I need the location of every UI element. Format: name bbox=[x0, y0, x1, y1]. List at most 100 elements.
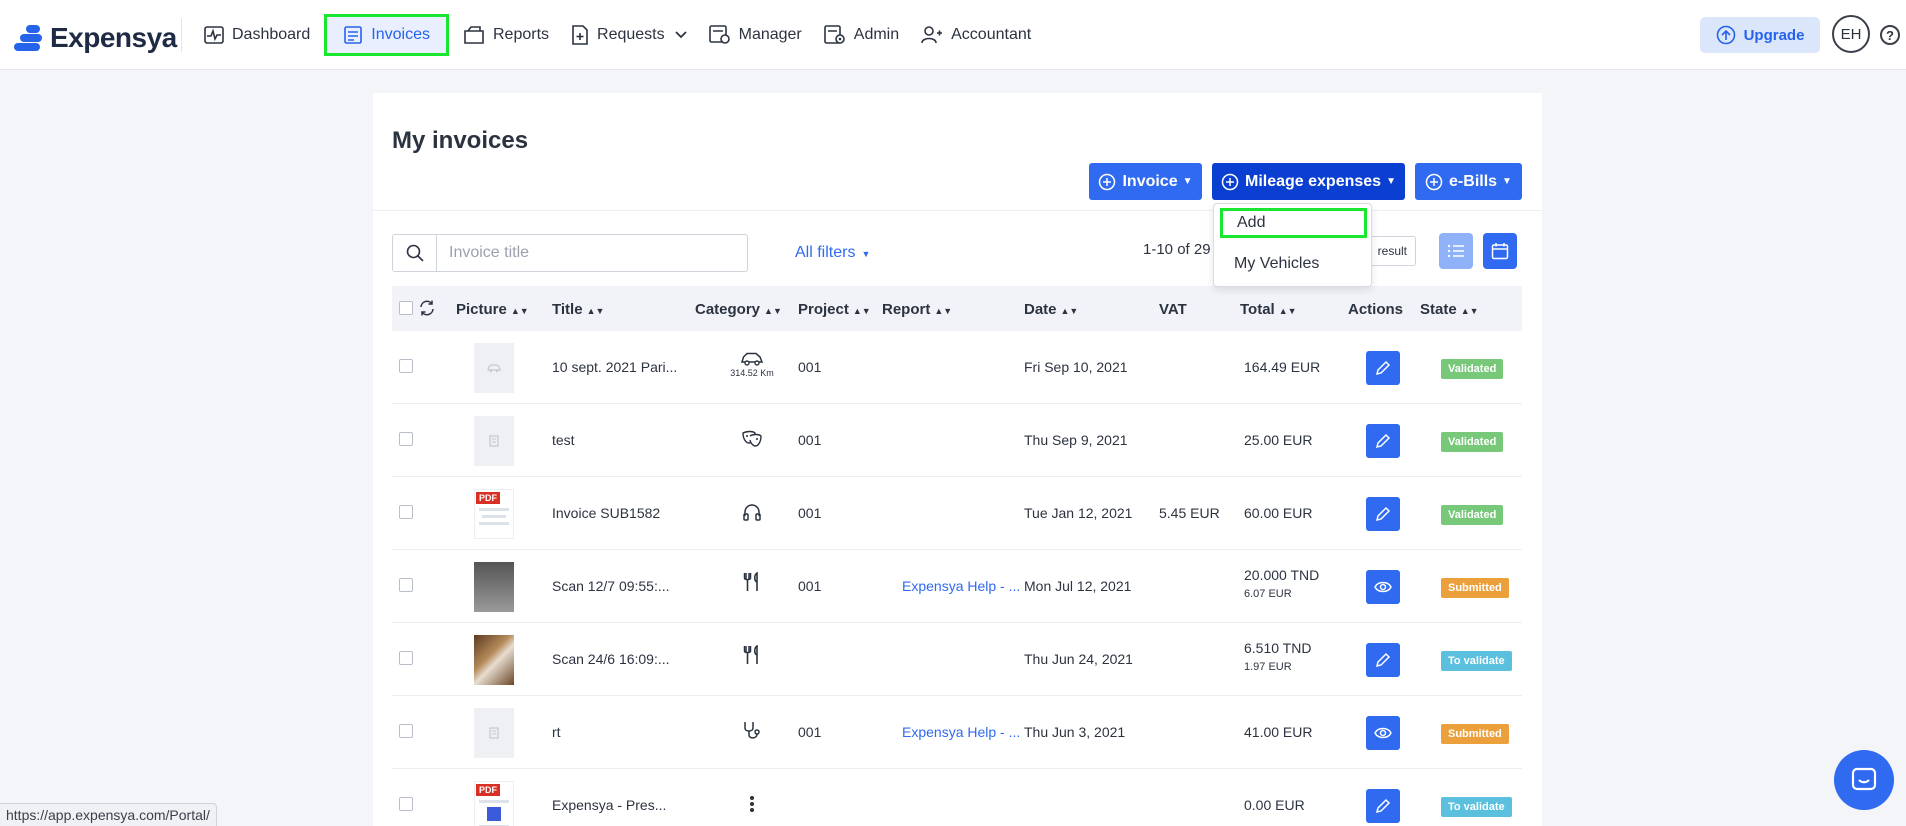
edit-button[interactable] bbox=[1366, 643, 1400, 677]
col-vat: VAT bbox=[1159, 301, 1187, 318]
my-vehicles-menu-item[interactable]: My Vehicles bbox=[1214, 249, 1361, 279]
nav-manager[interactable]: Manager bbox=[701, 15, 810, 55]
receipt-thumbnail[interactable] bbox=[474, 343, 514, 393]
edit-button[interactable] bbox=[1366, 424, 1400, 458]
col-picture[interactable]: Picture ▲▼ bbox=[456, 301, 529, 318]
edit-button[interactable] bbox=[1366, 497, 1400, 531]
add-invoice-button[interactable]: Invoice ▼ bbox=[1089, 163, 1202, 200]
edit-button[interactable] bbox=[1366, 789, 1400, 823]
nav-requests[interactable]: Requests bbox=[563, 15, 695, 55]
row-date: Mon Jul 12, 2021 bbox=[1024, 578, 1132, 594]
receipt-thumbnail[interactable] bbox=[474, 635, 514, 685]
nav-admin[interactable]: Admin bbox=[816, 15, 907, 55]
calendar-view-button[interactable] bbox=[1483, 233, 1517, 269]
col-total[interactable]: Total ▲▼ bbox=[1240, 301, 1297, 318]
sort-icon: ▲▼ bbox=[852, 306, 871, 316]
row-total: 20.000 TND 6.07 EUR bbox=[1244, 567, 1319, 600]
view-button[interactable] bbox=[1366, 570, 1400, 604]
edit-button[interactable] bbox=[1366, 351, 1400, 385]
receipt-thumbnail[interactable] bbox=[474, 416, 514, 466]
nav-invoices-label: Invoices bbox=[371, 26, 430, 43]
col-report[interactable]: Report ▲▼ bbox=[882, 301, 952, 318]
page-title: My invoices bbox=[392, 127, 529, 154]
search-box bbox=[392, 234, 748, 272]
sort-icon: ▲▼ bbox=[1460, 306, 1479, 316]
row-title: 10 sept. 2021 Pari... bbox=[552, 359, 678, 375]
col-title[interactable]: Title ▲▼ bbox=[552, 301, 604, 318]
all-filters-toggle[interactable]: All filters ▼ bbox=[795, 244, 870, 262]
row-total: 25.00 EUR bbox=[1244, 432, 1313, 448]
row-checkbox[interactable] bbox=[399, 797, 413, 811]
help-icon[interactable]: ? bbox=[1880, 25, 1900, 45]
status-badge: Submitted bbox=[1441, 724, 1509, 744]
search-icon[interactable] bbox=[393, 235, 437, 271]
row-checkbox[interactable] bbox=[399, 724, 413, 738]
table-row[interactable]: test 001 Thu Sep 9, 2021 25.00 EUR Valid… bbox=[392, 404, 1522, 477]
admin-icon bbox=[823, 25, 845, 44]
caret-down-icon: ▼ bbox=[1502, 176, 1512, 187]
table-row[interactable]: rt 001 Expensya Help - ... Thu Jun 3, 20… bbox=[392, 696, 1522, 769]
row-total: 164.49 EUR bbox=[1244, 359, 1321, 375]
refresh-icon[interactable] bbox=[418, 299, 436, 317]
calendar-icon bbox=[1491, 243, 1509, 260]
list-view-button[interactable] bbox=[1439, 233, 1473, 269]
status-badge: Validated bbox=[1441, 505, 1504, 525]
brand-name: Expensya bbox=[50, 22, 177, 53]
row-checkbox[interactable] bbox=[399, 505, 413, 519]
table-row[interactable]: 10 sept. 2021 Pari... 314.52 Km 001 Fri … bbox=[392, 331, 1522, 404]
row-category bbox=[722, 795, 782, 813]
col-state[interactable]: State ▲▼ bbox=[1420, 301, 1479, 318]
chat-launcher-button[interactable] bbox=[1834, 750, 1894, 810]
upgrade-button[interactable]: Upgrade bbox=[1700, 17, 1820, 53]
nav-dashboard[interactable]: Dashboard bbox=[196, 15, 318, 55]
nav-reports[interactable]: Reports bbox=[455, 15, 557, 55]
view-button[interactable] bbox=[1366, 716, 1400, 750]
row-total: 41.00 EUR bbox=[1244, 724, 1313, 740]
invoice-button-label: Invoice bbox=[1122, 172, 1178, 190]
receipt-thumbnail[interactable] bbox=[474, 708, 514, 758]
row-checkbox[interactable] bbox=[399, 432, 413, 446]
row-checkbox[interactable] bbox=[399, 651, 413, 665]
col-date[interactable]: Date ▲▼ bbox=[1024, 301, 1078, 318]
row-title: rt bbox=[552, 724, 561, 740]
plus-circle-icon bbox=[1221, 173, 1239, 190]
sort-icon: ▲▼ bbox=[1060, 306, 1079, 316]
table-row[interactable]: Scan 24/6 16:09:... Thu Jun 24, 2021 6.5… bbox=[392, 623, 1522, 696]
row-report-link[interactable]: Expensya Help - ... bbox=[902, 724, 1020, 740]
receipt-thumbnail[interactable] bbox=[474, 562, 514, 612]
col-project-label: Project bbox=[798, 301, 849, 318]
nav-accountant[interactable]: Accountant bbox=[913, 15, 1039, 55]
row-date: Tue Jan 12, 2021 bbox=[1024, 505, 1133, 521]
col-picture-label: Picture bbox=[456, 301, 507, 318]
col-category[interactable]: Category ▲▼ bbox=[695, 301, 782, 318]
cutlery-icon bbox=[743, 645, 758, 664]
select-all-checkbox[interactable] bbox=[399, 301, 413, 315]
row-project: 001 bbox=[798, 724, 822, 740]
col-project[interactable]: Project ▲▼ bbox=[798, 301, 871, 318]
add-mileage-menu-item[interactable]: Add bbox=[1220, 208, 1367, 238]
nav-invoices[interactable]: Invoices bbox=[324, 14, 449, 56]
row-title: Scan 12/7 09:55:... bbox=[552, 578, 670, 594]
row-checkbox[interactable] bbox=[399, 359, 413, 373]
sort-icon: ▲▼ bbox=[764, 306, 782, 316]
row-total-converted: 1.97 EUR bbox=[1244, 661, 1292, 673]
brand-logo[interactable]: Expensya bbox=[14, 22, 177, 54]
invoice-title-search-input[interactable] bbox=[437, 235, 737, 271]
table-row[interactable]: PDF Invoice SUB1582 001 Tue Jan 12, 2021… bbox=[392, 477, 1522, 550]
mileage-expenses-button[interactable]: Mileage expenses ▼ bbox=[1212, 163, 1405, 200]
upgrade-label: Upgrade bbox=[1743, 26, 1805, 44]
user-avatar[interactable]: EH bbox=[1832, 15, 1870, 53]
table-row[interactable]: PDF Expensya - Pres... 0.00 EUR To valid… bbox=[392, 769, 1522, 826]
row-category bbox=[722, 645, 782, 665]
ebills-button[interactable]: e-Bills ▼ bbox=[1415, 163, 1522, 200]
receipt-thumbnail[interactable]: PDF bbox=[474, 489, 514, 539]
row-report-link[interactable]: Expensya Help - ... bbox=[902, 578, 1020, 594]
receipt-thumbnail[interactable]: PDF bbox=[474, 781, 514, 826]
dashboard-icon bbox=[204, 26, 224, 44]
row-checkbox[interactable] bbox=[399, 578, 413, 592]
table-row[interactable]: Scan 12/7 09:55:... 001 Expensya Help - … bbox=[392, 550, 1522, 623]
row-vat: 5.45 EUR bbox=[1159, 505, 1220, 521]
caret-down-icon: ▼ bbox=[861, 249, 871, 259]
stethoscope-icon bbox=[744, 722, 760, 739]
row-total-original: 6.510 TND bbox=[1244, 640, 1312, 656]
